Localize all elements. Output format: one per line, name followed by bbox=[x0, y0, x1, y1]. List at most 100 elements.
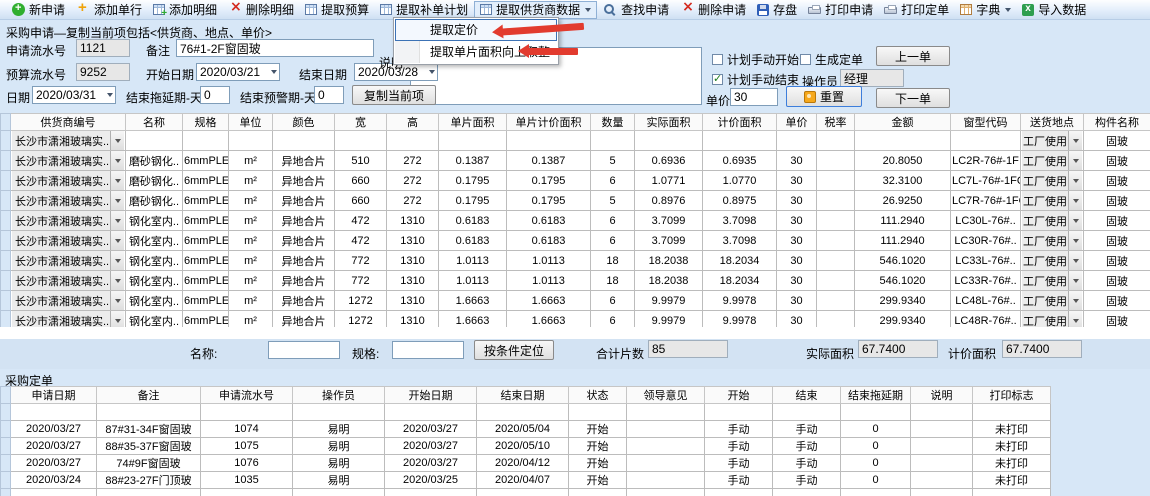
cell-delivery[interactable]: 工厂使用 bbox=[1021, 231, 1084, 251]
toolbar-item-print-request[interactable]: 打印申请 bbox=[803, 1, 878, 18]
chevron-down-icon[interactable] bbox=[1068, 271, 1082, 290]
order-row[interactable]: 2020/03/2789#37-39F窗固玻1072易明2020/03/2720… bbox=[1, 404, 1051, 421]
row-selector[interactable] bbox=[1, 404, 11, 421]
checkbox-generate-order[interactable]: 生成定单 bbox=[800, 51, 863, 68]
cell-delivery[interactable]: 工厂使用 bbox=[1021, 151, 1084, 171]
cell-supplier[interactable]: 长沙市潇湘玻璃实.. bbox=[11, 291, 126, 311]
chevron-down-icon[interactable] bbox=[110, 231, 124, 250]
chevron-down-icon[interactable] bbox=[1068, 231, 1082, 250]
budget-serial-input[interactable] bbox=[76, 63, 130, 81]
detail-row[interactable]: 长沙市潇湘玻璃实..钢化室内..6mmPLE...m²异地合片47213100.… bbox=[1, 211, 1150, 231]
chevron-down-icon[interactable] bbox=[1068, 171, 1082, 190]
row-selector[interactable] bbox=[1, 211, 11, 231]
cell-delivery[interactable]: 工厂使用 bbox=[1021, 211, 1084, 231]
row-selector[interactable] bbox=[1, 191, 11, 211]
row-selector[interactable] bbox=[1, 421, 11, 438]
toolbar-item-import-data[interactable]: 导入数据 bbox=[1017, 1, 1091, 18]
operator-input[interactable] bbox=[840, 69, 904, 87]
chevron-down-icon[interactable] bbox=[110, 191, 124, 210]
toolbar-item-add-row[interactable]: 添加单行 bbox=[71, 1, 147, 18]
cell-supplier[interactable]: 长沙市潇湘玻璃实.. bbox=[11, 151, 126, 171]
toolbar-item-extract-budget[interactable]: 提取预算 bbox=[300, 1, 374, 18]
detail-row[interactable]: 长沙市潇湘玻璃实..磨砂钢化..6mmPLE...m²异地合片6602720.1… bbox=[1, 191, 1150, 211]
row-selector[interactable] bbox=[1, 291, 11, 311]
toolbar-item-save[interactable]: 存盘 bbox=[752, 1, 802, 18]
row-selector[interactable] bbox=[1, 231, 11, 251]
detail-row[interactable]: 长沙市潇湘玻璃实..钢化室内..6mmPLE...m²异地合片77213101.… bbox=[1, 251, 1150, 271]
detail-row[interactable]: 长沙市潇湘玻璃实..钢化室内..6mmPLE...m²异地合片77213101.… bbox=[1, 271, 1150, 291]
row-selector[interactable] bbox=[1, 131, 11, 151]
cell-supplier[interactable]: 长沙市潇湘玻璃实.. bbox=[11, 171, 126, 191]
cell-delivery[interactable]: 工厂使用 bbox=[1021, 271, 1084, 291]
detail-row[interactable]: 长沙市潇湘玻璃实..磨砂钢化..6mmPLE...m²异地合片6602720.1… bbox=[1, 171, 1150, 191]
next-order-button[interactable]: 下一单 bbox=[876, 88, 950, 108]
cell-delivery[interactable]: 工厂使用 bbox=[1021, 171, 1084, 191]
row-selector[interactable] bbox=[1, 151, 11, 171]
end-delay-input[interactable] bbox=[200, 86, 230, 104]
toolbar-item-extract-supplement-plan[interactable]: 提取补单计划 bbox=[375, 1, 473, 18]
prev-order-button[interactable]: 上一单 bbox=[876, 46, 950, 66]
detail-row[interactable]: 长沙市潇湘玻璃实..钢化室内..6mmPLE...m²异地合片127213101… bbox=[1, 291, 1150, 311]
row-selector[interactable] bbox=[1, 438, 11, 455]
order-row[interactable]: 2020/03/2488#23-27F门顶玻1035易明2020/03/2520… bbox=[1, 472, 1051, 489]
total-pieces-field[interactable] bbox=[648, 340, 728, 358]
row-selector[interactable] bbox=[1, 472, 11, 489]
end-warning-input[interactable] bbox=[314, 86, 344, 104]
chevron-down-icon[interactable] bbox=[110, 151, 124, 170]
detail-row[interactable]: 长沙市潇湘玻璃实..磨砂钢化..6mmPLE...m²异地合片5102720.1… bbox=[1, 131, 1150, 151]
cell-delivery[interactable]: 工厂使用 bbox=[1021, 131, 1084, 151]
row-selector[interactable] bbox=[1, 455, 11, 472]
detail-row[interactable]: 长沙市潇湘玻璃实..磨砂钢化..6mmPLE...m²异地合片5102720.1… bbox=[1, 151, 1150, 171]
cell-supplier[interactable]: 长沙市潇湘玻璃实.. bbox=[11, 271, 126, 291]
chevron-down-icon[interactable] bbox=[1068, 191, 1082, 210]
filter-name-input[interactable] bbox=[268, 341, 340, 359]
toolbar-item-add-detail[interactable]: 添加明细 bbox=[148, 1, 222, 18]
empty-row[interactable] bbox=[1, 489, 1051, 496]
chevron-down-icon[interactable] bbox=[110, 171, 124, 190]
chevron-down-icon[interactable] bbox=[110, 131, 124, 150]
cell-delivery[interactable]: 工厂使用 bbox=[1021, 191, 1084, 211]
toolbar-item-delete-detail[interactable]: 删除明细 bbox=[223, 1, 299, 18]
toolbar-item-find-request[interactable]: 查找申请 bbox=[598, 1, 674, 18]
chevron-down-icon[interactable] bbox=[110, 271, 124, 290]
priced-area-field[interactable] bbox=[1002, 340, 1082, 358]
toolbar-item-extract-supplier-data[interactable]: 提取供货商数据 bbox=[474, 1, 597, 19]
chevron-down-icon[interactable] bbox=[110, 251, 124, 270]
chevron-down-icon[interactable] bbox=[1068, 131, 1082, 150]
row-selector[interactable] bbox=[1, 251, 11, 271]
row-selector[interactable] bbox=[1, 171, 11, 191]
actual-area-field[interactable] bbox=[858, 340, 938, 358]
toolbar-item-print-order[interactable]: 打印定单 bbox=[879, 1, 954, 18]
chevron-down-icon[interactable] bbox=[110, 291, 124, 310]
note-input[interactable] bbox=[176, 39, 374, 57]
chevron-down-icon[interactable] bbox=[110, 211, 124, 230]
toolbar-item-delete-request[interactable]: 删除申请 bbox=[675, 1, 751, 18]
cell-supplier[interactable]: 长沙市潇湘玻璃实.. bbox=[11, 131, 126, 151]
cell-supplier[interactable]: 长沙市潇湘玻璃实.. bbox=[11, 191, 126, 211]
filter-spec-input[interactable] bbox=[392, 341, 464, 359]
reset-button[interactable]: 重置 bbox=[786, 86, 862, 107]
locate-by-condition-button[interactable]: 按条件定位 bbox=[474, 340, 554, 360]
cell-delivery[interactable]: 工厂使用 bbox=[1021, 291, 1084, 311]
order-row[interactable]: 2020/03/2774#9F窗固玻1076易明2020/03/272020/0… bbox=[1, 455, 1051, 472]
row-selector[interactable] bbox=[1, 271, 11, 291]
chevron-down-icon[interactable] bbox=[1068, 211, 1082, 230]
chevron-down-icon[interactable] bbox=[1068, 291, 1082, 310]
cell-supplier[interactable]: 长沙市潇湘玻璃实.. bbox=[11, 231, 126, 251]
serial-input[interactable] bbox=[76, 39, 130, 57]
cell-supplier[interactable]: 长沙市潇湘玻璃实.. bbox=[11, 251, 126, 271]
row-selector[interactable] bbox=[1, 489, 11, 496]
unit-price-input[interactable] bbox=[730, 88, 778, 106]
toolbar-item-new-request[interactable]: 新申请 bbox=[7, 1, 70, 18]
date-select[interactable]: 2020/03/31 bbox=[32, 86, 116, 104]
chevron-down-icon[interactable] bbox=[1068, 151, 1082, 170]
chevron-down-icon[interactable] bbox=[1068, 251, 1082, 270]
start-date-select[interactable]: 2020/03/21 bbox=[196, 63, 280, 81]
cell-delivery[interactable]: 工厂使用 bbox=[1021, 251, 1084, 271]
detail-row[interactable]: 长沙市潇湘玻璃实..钢化室内..6mmPLE...m²异地合片47213100.… bbox=[1, 231, 1150, 251]
copy-current-button[interactable]: 复制当前项 bbox=[352, 85, 436, 105]
checkbox-plan-manual-start[interactable]: 计划手动开始 bbox=[712, 51, 799, 68]
cell-supplier[interactable]: 长沙市潇湘玻璃实.. bbox=[11, 211, 126, 231]
toolbar-item-dictionary[interactable]: 字典 bbox=[955, 1, 1016, 18]
order-row[interactable]: 2020/03/2788#35-37F窗固玻1075易明2020/03/2720… bbox=[1, 438, 1051, 455]
